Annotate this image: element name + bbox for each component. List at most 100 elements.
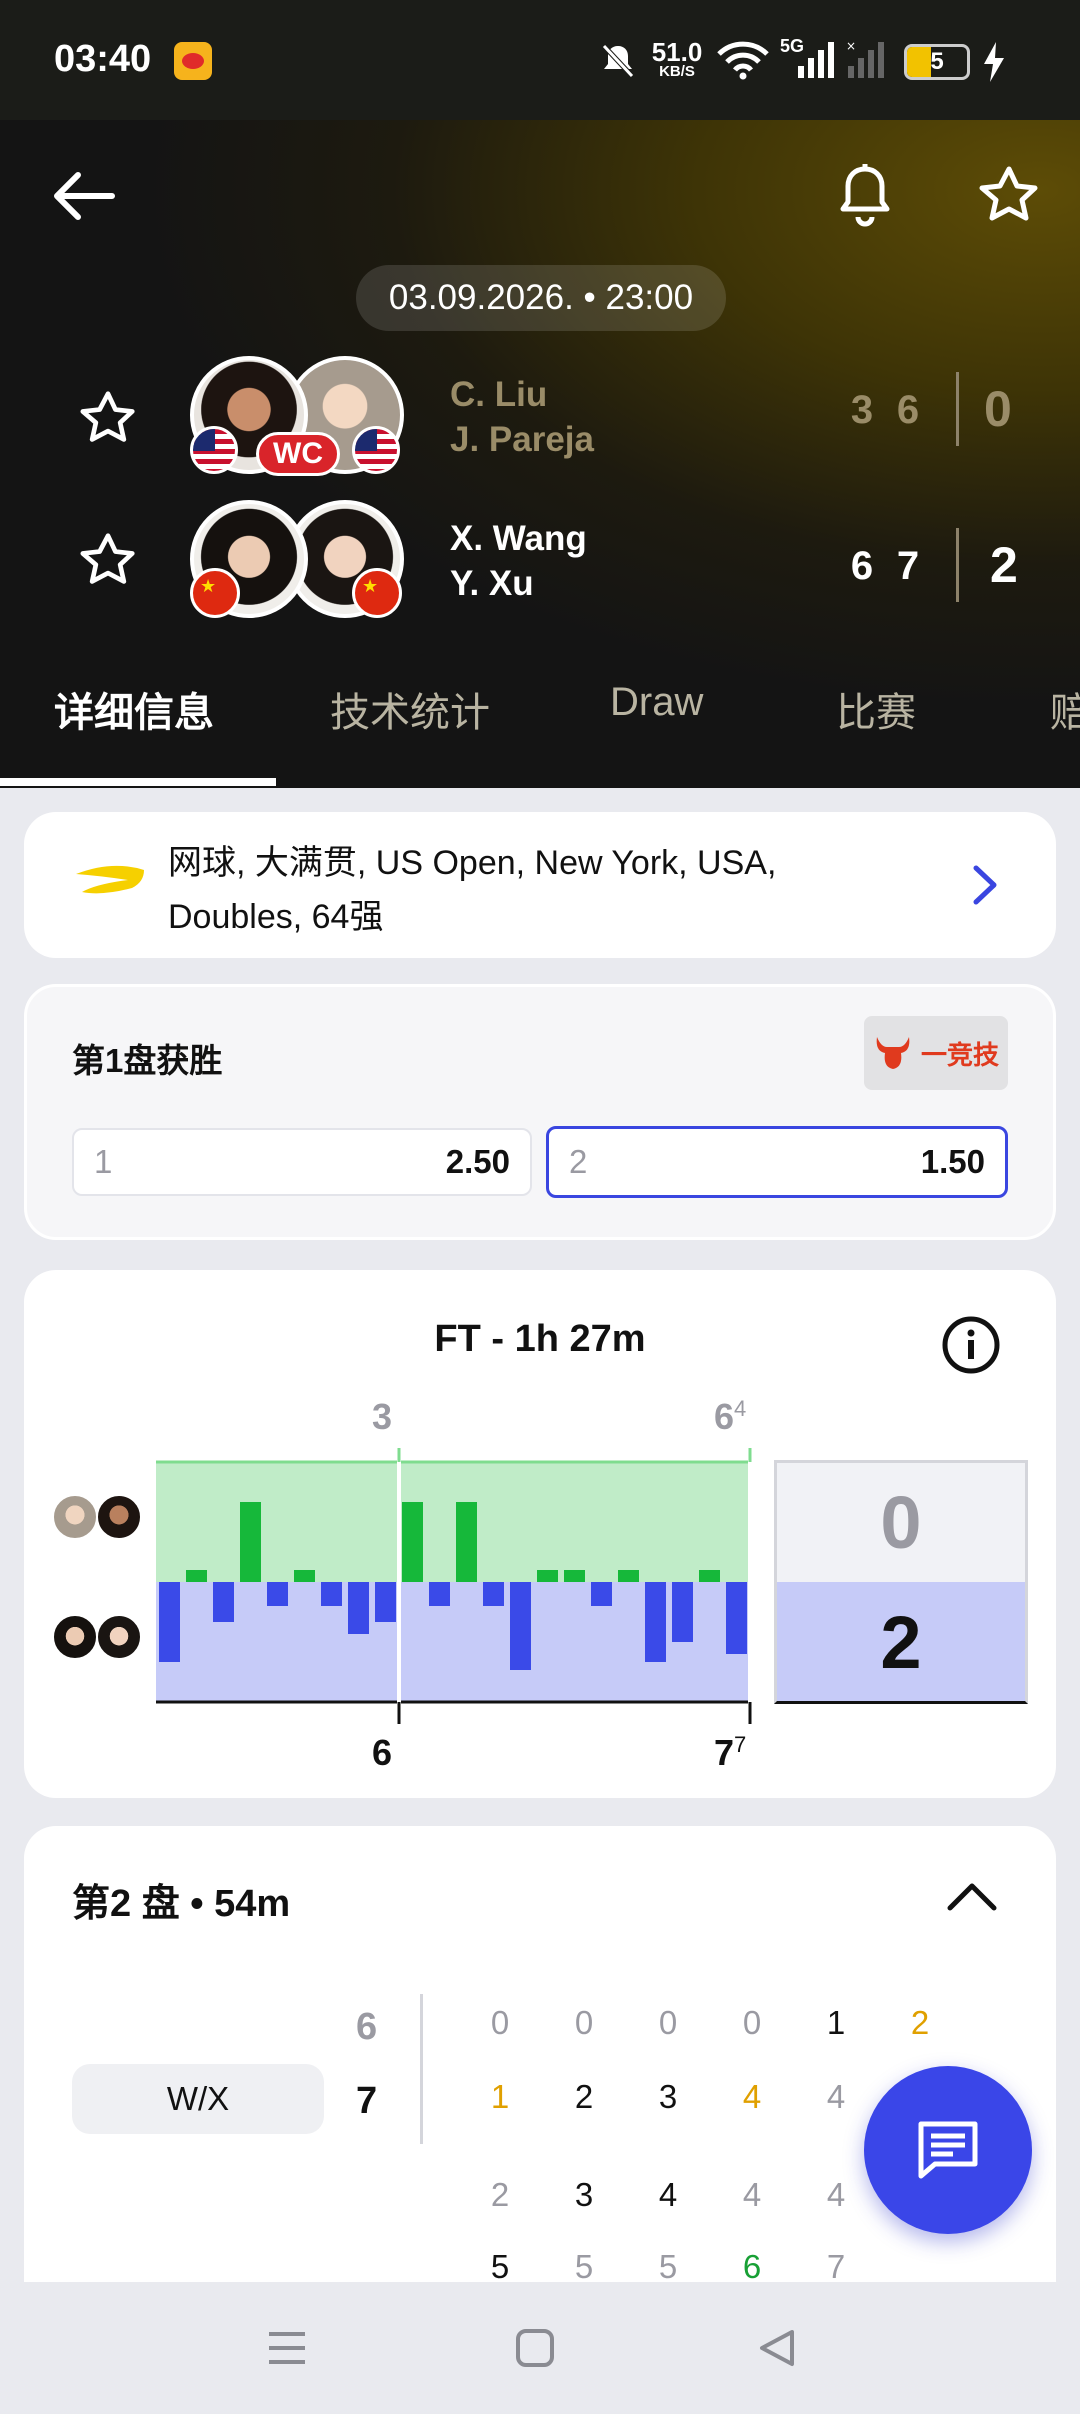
tab-details[interactable]: 详细信息 [54, 680, 214, 738]
momentum-bar [618, 1570, 639, 1582]
momentum-bar [672, 1582, 693, 1642]
home-nav-button[interactable] [500, 2318, 570, 2378]
info-button[interactable] [936, 1310, 1006, 1380]
momentum-bar [159, 1582, 180, 1662]
set-score: 7 [896, 544, 920, 588]
us-open-logo-icon [72, 862, 148, 907]
favorite-button[interactable] [964, 150, 1054, 240]
us-flag-icon [352, 426, 400, 474]
player-name: J. Pareja [450, 420, 594, 459]
momentum-bar [267, 1582, 288, 1606]
game-score: 4 [826, 2078, 846, 2115]
momentum-bar [429, 1582, 450, 1606]
game-score: 7 [826, 2248, 846, 2285]
star-icon [979, 166, 1038, 221]
notification-button[interactable] [820, 150, 910, 240]
score-divider [956, 372, 959, 446]
set2-title: 第2 盘 • 54m [72, 1883, 291, 1925]
tab-draw[interactable]: Draw [610, 680, 703, 725]
set2-score-top: 6 [356, 2006, 378, 2048]
game-score: 5 [490, 2248, 510, 2285]
avatar [52, 1494, 98, 1540]
game-score: 1 [490, 2078, 510, 2115]
collapse-button[interactable] [934, 1858, 1010, 1934]
momentum-bar [375, 1582, 396, 1622]
momentum-bar [186, 1570, 207, 1582]
status-bar: 03:40 51.0 KB/S 5G × 5 [0, 0, 1080, 120]
game-score: 0 [658, 2004, 678, 2041]
momentum-bar [348, 1582, 369, 1634]
triangle-back-icon [760, 2330, 794, 2366]
battery-icon: 5 [904, 44, 970, 80]
game-score: 5 [658, 2248, 678, 2285]
score-divider [420, 1994, 423, 2144]
momentum-bar [483, 1582, 504, 1606]
momentum-bar [510, 1582, 531, 1670]
signal-2-icon: × [846, 39, 886, 85]
tab-stats[interactable]: 技术统计 [330, 680, 490, 738]
info-icon [942, 1316, 1000, 1374]
bull-icon [876, 1037, 910, 1069]
total-score-frame [774, 1460, 1028, 1704]
china-flag-icon: ★ [190, 568, 240, 618]
game-score: 6 [742, 2248, 762, 2285]
team1-names: C. Liu J. Pareja [450, 372, 594, 462]
game-score: 4 [742, 2176, 762, 2213]
game-score: 0 [574, 2004, 594, 2041]
set2-bottom-score: 77 [714, 1732, 747, 1773]
game-score: 5 [574, 2248, 594, 2285]
momentum-bar [591, 1582, 612, 1606]
game-score: 0 [742, 2004, 762, 2041]
momentum-bar [240, 1502, 261, 1582]
avatar [96, 1614, 142, 1660]
momentum-bar [456, 1502, 477, 1582]
bell-icon [840, 164, 890, 227]
odds-option-1[interactable]: 1 2.50 [72, 1128, 532, 1196]
team-label: W/X [72, 2064, 324, 2134]
game-score: 2 [574, 2078, 594, 2115]
match-duration: FT - 1h 27m [434, 1318, 646, 1360]
chat-button[interactable] [864, 2066, 1032, 2234]
set-score: 6 [896, 388, 920, 432]
sponsor-logo[interactable]: 一竞技 [864, 1016, 1008, 1090]
momentum-bar [213, 1582, 234, 1622]
avatar [52, 1614, 98, 1660]
tab-matches[interactable]: 比赛 [836, 680, 916, 738]
back-nav-button[interactable] [742, 2318, 812, 2378]
net-speed: 51.0 KB/S [651, 37, 703, 80]
tournament-info: 网球, 大满贯, US Open, New York, USA, Doubles,… [168, 844, 777, 936]
weibo-icon [174, 42, 212, 80]
game-score: 2 [490, 2176, 510, 2213]
menu-nav-button[interactable] [252, 2318, 322, 2378]
team2-total: 2 [990, 537, 1018, 593]
odds-title: 第1盘获胜 [72, 1042, 223, 1079]
momentum-bar [645, 1582, 666, 1662]
us-flag-icon [190, 426, 238, 474]
svg-text:×: × [846, 42, 856, 53]
score-divider [956, 528, 959, 602]
game-score: 4 [826, 2176, 846, 2213]
momentum-bar [726, 1582, 747, 1654]
player-name: C. Liu [450, 375, 548, 414]
wifi-icon [716, 40, 770, 85]
menu-icon [269, 2332, 305, 2364]
signal-icon [796, 42, 836, 85]
set-score: 3 [850, 388, 874, 432]
game-score: 0 [490, 2004, 510, 2041]
momentum-bar [537, 1570, 558, 1582]
game-score: 3 [574, 2176, 594, 2213]
momentum-bar [402, 1502, 423, 1582]
game-score: 4 [658, 2176, 678, 2213]
china-flag-icon: ★ [352, 568, 402, 618]
back-button[interactable] [40, 152, 128, 240]
status-time: 03:40 [54, 38, 152, 80]
set1-top-score: 3 [372, 1396, 393, 1437]
chevron-up-icon [947, 1883, 997, 1911]
team1-favorite-button[interactable] [68, 378, 148, 458]
team2-favorite-button[interactable] [68, 520, 148, 600]
set1-bottom-score: 6 [372, 1732, 393, 1773]
odds-option-2[interactable]: 2 1.50 [546, 1126, 1008, 1198]
game-score: 2 [910, 2004, 930, 2041]
tab-odds[interactable]: 赔 [1050, 680, 1080, 738]
set2-top-score: 64 [714, 1396, 747, 1437]
